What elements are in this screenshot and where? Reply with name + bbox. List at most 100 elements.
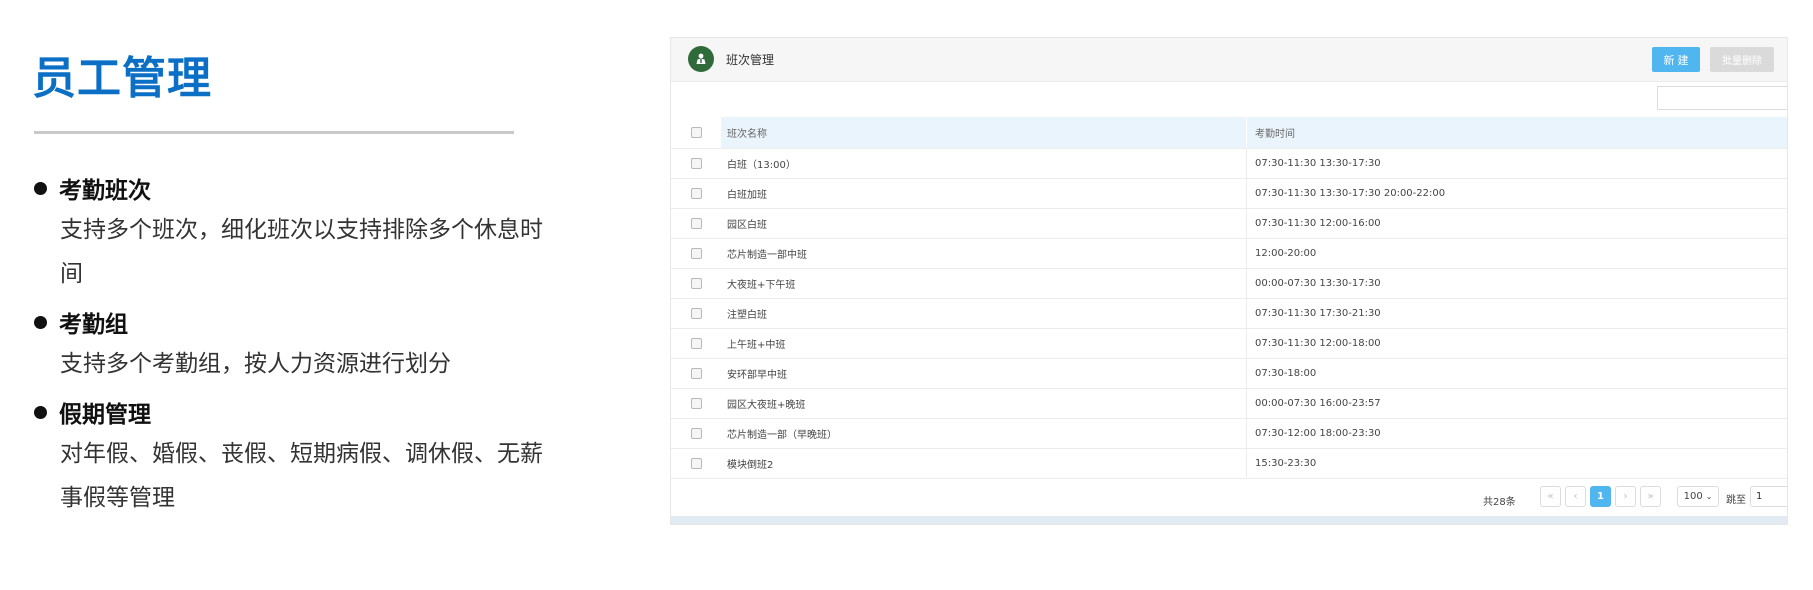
shift-name-cell: 白班加班 bbox=[727, 190, 767, 201]
shift-time-cell: 00:00-07:30 16:00-23:57 bbox=[1246, 389, 1787, 418]
feature-heading: 考勤组 bbox=[34, 302, 594, 342]
shift-management-panel: 班次管理 新 建 批量删除 班次名称 考勤时间 白班（13:00） 07:30-1… bbox=[670, 37, 1788, 525]
feature-list: 考勤班次 支持多个班次，细化班次以支持排除多个休息时 间 考勤组 支持多个考勤组… bbox=[34, 168, 594, 526]
row-select-cell bbox=[671, 299, 721, 328]
row-select-cell bbox=[671, 179, 721, 208]
shift-time-cell: 15:30-23:30 bbox=[1246, 449, 1787, 478]
shift-name-cell: 白班（13:00） bbox=[727, 160, 796, 171]
row-select-cell bbox=[671, 359, 721, 388]
row-checkbox[interactable] bbox=[690, 428, 702, 439]
first-page-button[interactable]: « bbox=[1540, 486, 1561, 507]
feature-heading-text: 考勤组 bbox=[59, 312, 128, 338]
feature-heading: 考勤班次 bbox=[34, 168, 594, 208]
shift-name-cell: 园区大夜班+晚班 bbox=[727, 400, 806, 411]
row-checkbox[interactable] bbox=[690, 158, 702, 169]
page-size-value: 100 bbox=[1683, 491, 1703, 502]
row-checkbox[interactable] bbox=[690, 398, 702, 409]
shift-name-cell: 芯片制造一部（早晚班） bbox=[727, 430, 837, 441]
column-header-name[interactable]: 班次名称 bbox=[721, 117, 1246, 148]
batch-delete-button[interactable]: 批量删除 bbox=[1710, 47, 1774, 72]
row-checkbox[interactable] bbox=[690, 458, 702, 469]
feature-item: 考勤组 支持多个考勤组，按人力资源进行划分 bbox=[34, 302, 594, 386]
shift-name-cell: 模块倒班2 bbox=[727, 460, 774, 471]
shift-name-cell: 安环部早中班 bbox=[727, 370, 787, 381]
shift-time-cell: 00:00-07:30 13:30-17:30 bbox=[1246, 269, 1787, 298]
row-checkbox[interactable] bbox=[690, 338, 702, 349]
shift-time-cell: 07:30-11:30 13:30-17:30 bbox=[1246, 149, 1787, 178]
shift-time-cell: 07:30-11:30 12:00-18:00 bbox=[1246, 329, 1787, 358]
row-select-cell bbox=[671, 269, 721, 298]
row-checkbox[interactable] bbox=[690, 188, 702, 199]
feature-description: 对年假、婚假、丧假、短期病假、调休假、无薪 事假等管理 bbox=[34, 432, 594, 520]
feature-item: 假期管理 对年假、婚假、丧假、短期病假、调休假、无薪 事假等管理 bbox=[34, 392, 594, 520]
table-row[interactable]: 大夜班+下午班 00:00-07:30 13:30-17:30 bbox=[671, 269, 1787, 299]
panel-footer-bar bbox=[671, 516, 1787, 524]
search-input[interactable] bbox=[1657, 86, 1787, 110]
shift-name-cell: 大夜班+下午班 bbox=[727, 280, 796, 291]
column-header-time[interactable]: 考勤时间 bbox=[1246, 117, 1787, 148]
table-row[interactable]: 芯片制造一部中班 12:00-20:00 bbox=[671, 239, 1787, 269]
row-select-cell bbox=[671, 149, 721, 178]
shift-time-cell: 07:30-11:30 12:00-16:00 bbox=[1246, 209, 1787, 238]
row-select-cell bbox=[671, 329, 721, 358]
feature-description: 支持多个班次，细化班次以支持排除多个休息时 间 bbox=[34, 208, 594, 296]
table-row[interactable]: 白班（13:00） 07:30-11:30 13:30-17:30 bbox=[671, 149, 1787, 179]
feature-description-line: 间 bbox=[60, 261, 83, 287]
row-select-cell bbox=[671, 449, 721, 478]
row-checkbox[interactable] bbox=[690, 218, 702, 229]
feature-description: 支持多个考勤组，按人力资源进行划分 bbox=[34, 342, 594, 386]
row-checkbox[interactable] bbox=[690, 368, 702, 379]
panel-header: 班次管理 新 建 批量删除 bbox=[671, 38, 1787, 82]
page-title: 员工管理 bbox=[32, 53, 212, 104]
bullet-icon bbox=[34, 405, 47, 419]
last-page-button[interactable]: » bbox=[1640, 486, 1661, 507]
page-size-select[interactable]: 100 ⌄ bbox=[1677, 486, 1719, 507]
shift-name-cell: 上午班+中班 bbox=[727, 340, 786, 351]
shift-table: 班次名称 考勤时间 白班（13:00） 07:30-11:30 13:30-17:… bbox=[671, 117, 1787, 479]
row-checkbox[interactable] bbox=[690, 248, 702, 259]
shift-time-cell: 07:30-11:30 13:30-17:30 20:00-22:00 bbox=[1246, 179, 1787, 208]
row-select-cell bbox=[671, 389, 721, 418]
table-row[interactable]: 安环部早中班 07:30-18:00 bbox=[671, 359, 1787, 389]
table-row[interactable]: 模块倒班2 15:30-23:30 bbox=[671, 449, 1787, 479]
pagination: 共28条 « ‹ 1 › » 100 ⌄ 跳至 1 bbox=[671, 486, 1787, 514]
new-button[interactable]: 新 建 bbox=[1652, 47, 1700, 72]
table-row[interactable]: 上午班+中班 07:30-11:30 12:00-18:00 bbox=[671, 329, 1787, 359]
shift-time-cell: 12:00-20:00 bbox=[1246, 239, 1787, 268]
feature-heading: 假期管理 bbox=[34, 392, 594, 432]
bullet-icon bbox=[34, 315, 47, 329]
bullet-icon bbox=[34, 181, 47, 195]
total-count: 共28条 bbox=[1483, 497, 1516, 508]
row-checkbox[interactable] bbox=[690, 278, 702, 289]
title-divider bbox=[34, 131, 514, 134]
select-all-cell bbox=[671, 117, 721, 148]
page-button-current[interactable]: 1 bbox=[1590, 486, 1611, 507]
row-select-cell bbox=[671, 239, 721, 268]
goto-label: 跳至 bbox=[1726, 495, 1746, 506]
feature-description-line: 事假等管理 bbox=[60, 485, 175, 511]
shift-time-cell: 07:30-12:00 18:00-23:30 bbox=[1246, 419, 1787, 448]
feature-item: 考勤班次 支持多个班次，细化班次以支持排除多个休息时 间 bbox=[34, 168, 594, 296]
table-body: 白班（13:00） 07:30-11:30 13:30-17:30 白班加班 07:3… bbox=[671, 149, 1787, 479]
table-row[interactable]: 注塑白班 07:30-11:30 17:30-21:30 bbox=[671, 299, 1787, 329]
row-checkbox[interactable] bbox=[690, 308, 702, 319]
table-row[interactable]: 白班加班 07:30-11:30 13:30-17:30 20:00-22:00 bbox=[671, 179, 1787, 209]
shift-name-cell: 园区白班 bbox=[727, 220, 767, 231]
prev-page-button[interactable]: ‹ bbox=[1565, 486, 1586, 507]
feature-heading-text: 考勤班次 bbox=[59, 178, 151, 204]
select-all-checkbox[interactable] bbox=[690, 127, 702, 138]
row-select-cell bbox=[671, 419, 721, 448]
chevron-down-icon: ⌄ bbox=[1705, 492, 1713, 501]
feature-description-line: 支持多个班次，细化班次以支持排除多个休息时 bbox=[60, 217, 543, 243]
shift-time-cell: 07:30-11:30 17:30-21:30 bbox=[1246, 299, 1787, 328]
next-page-button[interactable]: › bbox=[1615, 486, 1636, 507]
shift-time-cell: 07:30-18:00 bbox=[1246, 359, 1787, 388]
table-row[interactable]: 芯片制造一部（早晚班） 07:30-12:00 18:00-23:30 bbox=[671, 419, 1787, 449]
table-row[interactable]: 园区白班 07:30-11:30 12:00-16:00 bbox=[671, 209, 1787, 239]
row-select-cell bbox=[671, 209, 721, 238]
feature-description-line: 对年假、婚假、丧假、短期病假、调休假、无薪 bbox=[60, 441, 543, 467]
table-row[interactable]: 园区大夜班+晚班 00:00-07:30 16:00-23:57 bbox=[671, 389, 1787, 419]
shift-name-cell: 芯片制造一部中班 bbox=[727, 250, 807, 261]
table-header-row: 班次名称 考勤时间 bbox=[671, 117, 1787, 149]
goto-page-input[interactable]: 1 bbox=[1750, 486, 1787, 507]
